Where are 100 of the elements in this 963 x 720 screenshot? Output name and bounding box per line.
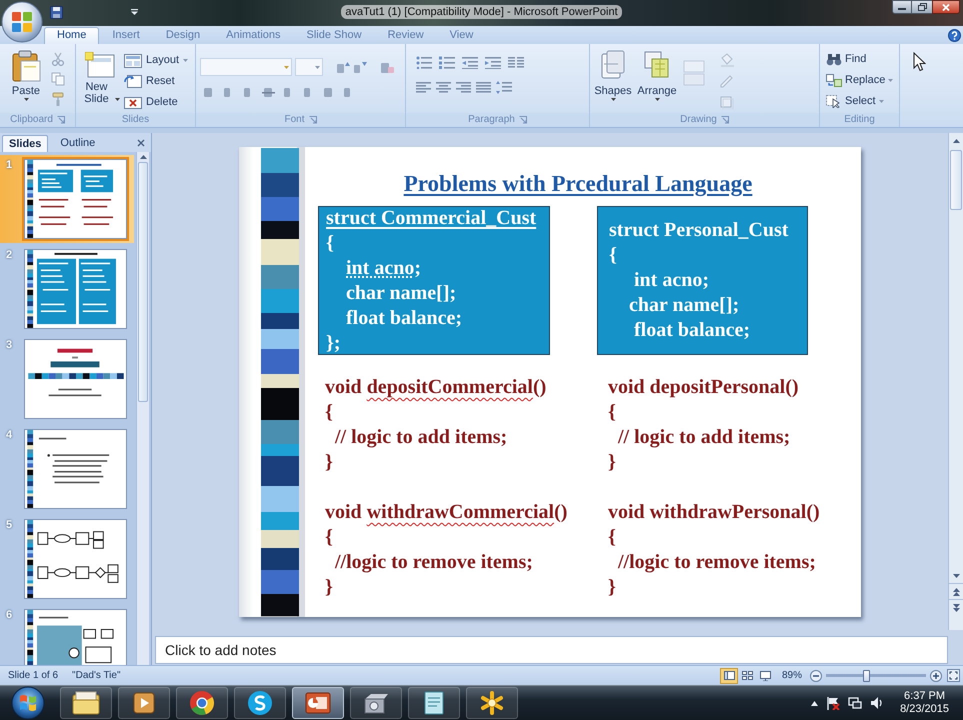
slider-thumb[interactable] (863, 670, 870, 682)
layout-icon (124, 54, 142, 68)
code-line: } (608, 450, 617, 475)
close-icon (137, 138, 145, 146)
brush-icon (51, 92, 65, 106)
justify-icon (476, 81, 491, 94)
format-icon (322, 86, 335, 99)
arrange-button[interactable]: Arrange (637, 50, 677, 113)
code-line: { (609, 243, 618, 268)
slide-thumbnail[interactable] (24, 519, 127, 599)
pane-tab[interactable]: Slides (2, 135, 48, 152)
slide-thumbnail[interactable] (24, 339, 127, 419)
replace-icon (826, 74, 842, 87)
restore-icon (918, 3, 926, 11)
group-label: Slides (122, 114, 150, 126)
slide-thumbnail[interactable] (24, 429, 127, 509)
editing-command-button[interactable]: Select (826, 93, 899, 110)
taskbar-button[interactable] (292, 687, 344, 719)
mouse-pointer-icon (913, 52, 926, 72)
dialog-launcher-icon (518, 116, 527, 124)
projector-screen-icon (760, 670, 770, 680)
group-label: Clipboard (10, 114, 53, 126)
normal-view-button[interactable] (720, 668, 738, 684)
window-title: avaTut1 (1) [Compatibility Mode] - Microsoft PowerPoint (341, 5, 622, 19)
code-line: } (325, 575, 334, 600)
grow-font-icon (336, 60, 350, 74)
flag-icon[interactable] (826, 696, 840, 710)
caret-icon (878, 100, 884, 103)
close-button[interactable] (932, 0, 960, 14)
increase-indent-icon (485, 56, 501, 69)
slide-command-button[interactable]: Reset (124, 73, 190, 90)
notepad-icon (422, 690, 446, 716)
close-icon (942, 4, 950, 10)
group-label: Editing (844, 114, 875, 126)
normal-view-icon (724, 671, 734, 680)
network-icon[interactable] (848, 696, 862, 710)
code-line: int acno; (633, 268, 710, 293)
slide-number: 6 (6, 609, 12, 622)
font-size-field[interactable] (295, 58, 323, 76)
copy-icon (51, 72, 65, 86)
code-line: } (325, 450, 334, 475)
font-name-field[interactable] (200, 58, 292, 76)
code-line: } (608, 575, 617, 600)
code-line: void withdrawCommercial() (325, 500, 568, 525)
double-down-arrow-icon (952, 604, 960, 612)
diamond-icon (719, 53, 735, 67)
line-spacing-icon (496, 81, 512, 94)
format-icon (262, 86, 275, 99)
code-line: struct Commercial_Cust (326, 207, 538, 230)
zoom-out-icon[interactable] (810, 670, 822, 682)
columns-icon (508, 56, 524, 69)
code-line: char name[]; (628, 293, 740, 318)
zoom-level[interactable]: 89% (782, 668, 808, 683)
slide-command-button[interactable]: Delete (124, 94, 190, 111)
ribbon-tab[interactable]: Home (44, 27, 100, 44)
clock-time: 6:37 PM (904, 690, 946, 703)
decrease-indent-icon (462, 56, 478, 69)
fit-window-icon[interactable] (947, 669, 960, 682)
chat-icon (247, 690, 273, 716)
slide-title: Problems with Prcedural Language (404, 170, 752, 198)
save-icon (50, 6, 63, 18)
bullet-list-icon (416, 56, 432, 69)
new-slide-button[interactable]: New Slide (80, 52, 120, 113)
zoom-in-icon[interactable] (930, 670, 942, 682)
notes-field[interactable]: Click to add notes (155, 636, 948, 664)
slide-command-button[interactable]: Layout (124, 52, 190, 69)
scrollbar-thumb[interactable] (138, 162, 148, 402)
minimize-button[interactable] (892, 0, 912, 14)
drive-icon (362, 691, 390, 715)
dialog-launcher-icon (308, 116, 316, 124)
caret-icon (24, 98, 28, 101)
shapes-button[interactable]: Shapes (595, 50, 631, 113)
code-line: struct Personal_Cust (609, 218, 790, 243)
code-line: void withdrawPersonal() (608, 500, 821, 525)
editing-command-button[interactable]: Replace (826, 72, 899, 89)
code-line: void depositPersonal() (608, 375, 800, 400)
slide-number: 3 (6, 339, 12, 352)
paste-button[interactable]: Paste (7, 50, 45, 113)
slide-thumbnail[interactable] (24, 609, 127, 665)
pane-tab[interactable]: Outline (54, 135, 102, 152)
speaker-icon[interactable] (870, 696, 884, 710)
media-player-icon (132, 691, 156, 715)
clock-date: 8/23/2015 (900, 703, 949, 716)
previous-slide-button[interactable] (949, 583, 963, 599)
up-arrow-icon (811, 700, 818, 706)
code-line: // logic to add items; (334, 425, 508, 450)
overlapping-squares-icon (719, 95, 735, 109)
caret-icon (315, 66, 320, 68)
code-line: { (608, 525, 617, 550)
maximize-button[interactable] (912, 0, 932, 14)
shrink-font-icon (353, 60, 367, 74)
scrollbar-thumb[interactable] (950, 150, 962, 210)
editing-command-button[interactable]: Find (826, 51, 899, 68)
reset-icon (124, 74, 142, 88)
start-button[interactable] (11, 686, 45, 720)
scroll-up-arrow-icon (140, 155, 146, 159)
slide-thumbnail[interactable] (24, 159, 127, 239)
slide-thumbnail[interactable] (24, 249, 127, 329)
code-line: float balance; (345, 306, 464, 330)
code-line: { (325, 400, 334, 425)
